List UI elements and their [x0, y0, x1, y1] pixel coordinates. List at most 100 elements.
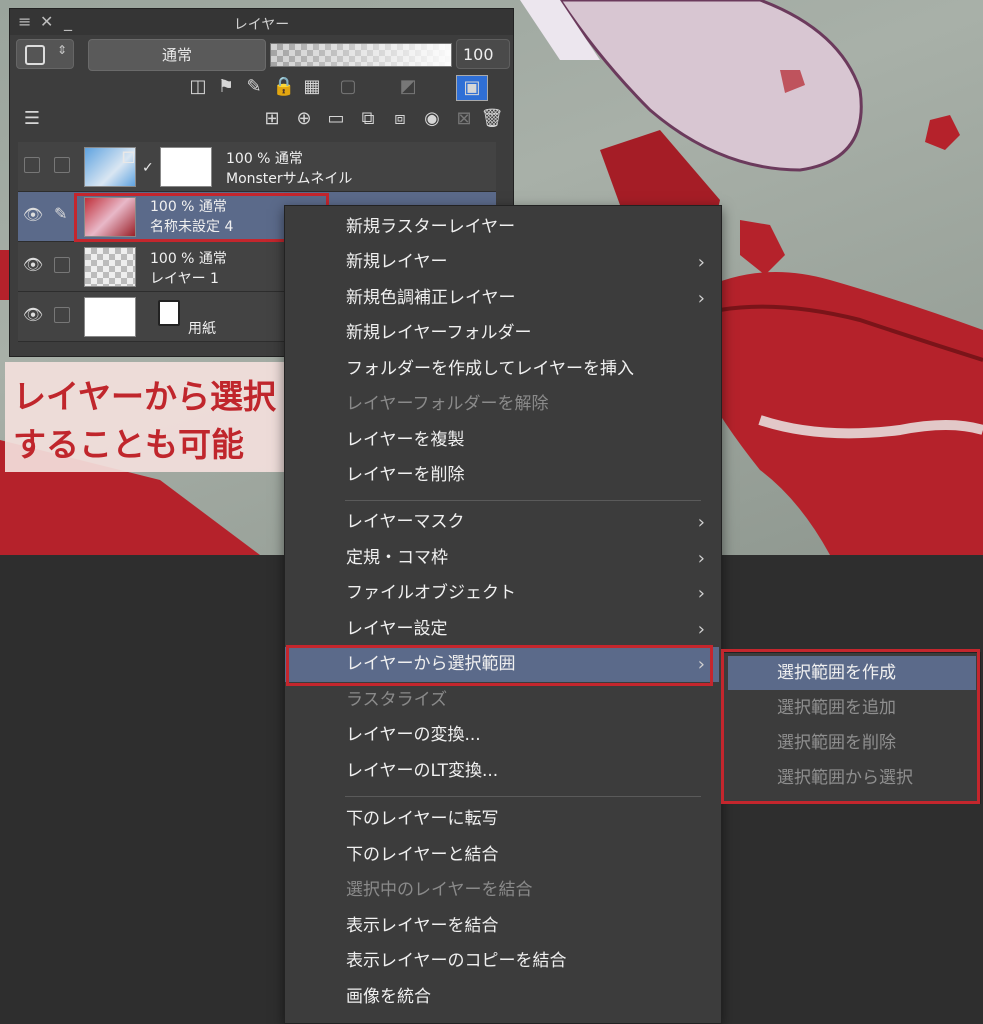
visibility-toggle[interactable]	[24, 157, 40, 173]
menu-item-label: 表示レイヤーのコピーを結合	[346, 951, 567, 971]
layer-thumbnail	[84, 297, 136, 337]
panel-title: レイヤー	[233, 17, 290, 33]
square-icon	[25, 45, 45, 65]
menu-item-label: 下のレイヤーに転写	[346, 809, 499, 829]
menu-item-label: レイヤーのLT変換...	[346, 761, 499, 781]
menu-item-label: 画像を統合	[346, 987, 431, 1007]
annotation-callout: レイヤーから選択 することも可能	[5, 362, 327, 472]
menu-item-ruler-frame[interactable]: 定規・コマ枠 ›	[285, 541, 719, 576]
opacity-input[interactable]: 100	[456, 39, 510, 69]
menu-item-delete-layer[interactable]: レイヤーを削除	[285, 458, 719, 493]
opacity-slider[interactable]	[270, 43, 452, 67]
menu-item-label: 定規・コマ枠	[346, 548, 448, 568]
pen-icon: ✎	[54, 204, 68, 223]
draft-layer-icon[interactable]: ✎	[242, 75, 266, 99]
clip-icon[interactable]: ◫	[186, 75, 210, 99]
chevron-right-icon: ›	[697, 583, 705, 604]
layer-mask-icon[interactable]: ◉	[420, 107, 444, 131]
menu-item-merge-visible-copy[interactable]: 表示レイヤーのコピーを結合	[285, 944, 719, 979]
layer-properties-toolbar: ◫ ⚑ ✎ 🔒 ▦ ▢ ◩ ▣	[16, 75, 507, 105]
edit-toggle[interactable]	[54, 307, 70, 323]
menu-item-rasterize: ラスタライズ	[285, 683, 719, 718]
expression-color-select[interactable]: ⇕	[16, 39, 74, 69]
highlight-box-menu-item	[286, 645, 713, 686]
mask-thumbnail	[160, 147, 212, 187]
chevron-right-icon: ›	[697, 288, 705, 309]
file-object-icon: ⧠	[122, 148, 135, 167]
trash-icon[interactable]: 🗑	[480, 107, 504, 131]
new-raster-layer-icon[interactable]: ⊞	[260, 107, 284, 131]
menu-item-label: レイヤーを削除	[346, 465, 465, 485]
menu-item-label: レイヤーフォルダーを解除	[346, 394, 549, 414]
menu-item-label: レイヤーを複製	[346, 430, 465, 450]
menu-item-layer-settings[interactable]: レイヤー設定 ›	[285, 612, 719, 647]
menu-item-label: ラスタライズ	[346, 690, 448, 710]
chevron-right-icon: ›	[697, 512, 705, 533]
layer-name: 用紙	[188, 321, 216, 337]
layer-actions-toolbar: ☰ ⊞ ⊕ ▭ ⧉ ⧈ ◉ ⊠ 🗑	[16, 107, 507, 137]
menu-item-new-layer-folder[interactable]: 新規レイヤーフォルダー	[285, 316, 719, 351]
new-folder-icon[interactable]: ▭	[324, 107, 348, 131]
layer-color-icon[interactable]: ▣	[456, 75, 488, 101]
layer-mode: 100 % 通常	[226, 151, 303, 167]
paper-icon	[158, 300, 180, 326]
menu-item-flatten-image[interactable]: 画像を統合	[285, 980, 719, 1015]
menu-item-lt-conversion[interactable]: レイヤーのLT変換...	[285, 754, 719, 789]
eye-icon[interactable]: 👁	[22, 204, 44, 226]
chevron-right-icon: ›	[697, 252, 705, 273]
mask-disabled-icon: ▢	[339, 76, 357, 97]
ruler-disabled-icon: ◩	[399, 76, 417, 97]
layer-context-menu: 新規ラスターレイヤー 新規レイヤー › 新規色調補正レイヤー › 新規レイヤーフォル…	[284, 205, 722, 1024]
menu-item-convert-layer[interactable]: レイヤーの変換...	[285, 718, 719, 753]
menu-item-duplicate-layer[interactable]: レイヤーを複製	[285, 423, 719, 458]
highlight-box-submenu	[721, 649, 980, 804]
menu-item-new-layer[interactable]: 新規レイヤー ›	[285, 245, 719, 280]
check-icon: ✓	[142, 160, 154, 176]
menu-item-label: 新規レイヤーフォルダー	[346, 323, 532, 343]
eye-icon[interactable]: 👁	[22, 304, 44, 326]
reference-layer-icon[interactable]: ⚑	[214, 75, 238, 99]
menu-item-merge-visible[interactable]: 表示レイヤーを結合	[285, 909, 719, 944]
layer-list-icon[interactable]: ☰	[20, 107, 44, 131]
menu-separator	[345, 500, 701, 501]
merge-down-icon[interactable]: ⧈	[388, 107, 412, 131]
menu-item-file-object[interactable]: ファイルオブジェクト ›	[285, 576, 719, 611]
annotation-line-2: することも可能	[13, 425, 244, 464]
menu-item-merge-selected: 選択中のレイヤーを結合	[285, 873, 719, 908]
menu-item-release-folder: レイヤーフォルダーを解除	[285, 387, 719, 422]
menu-item-merge-down[interactable]: 下のレイヤーと結合	[285, 838, 719, 873]
menu-item-label: レイヤーの変換...	[346, 725, 481, 745]
chevron-right-icon: ›	[697, 619, 705, 640]
menu-item-transfer-down[interactable]: 下のレイヤーに転写	[285, 802, 719, 837]
layer-thumbnail	[84, 247, 136, 287]
lock-transparency-icon[interactable]: ▦	[300, 75, 324, 99]
updown-icon: ⇕	[56, 43, 67, 57]
menu-item-label: レイヤー設定	[346, 619, 448, 639]
menu-item-label: ファイルオブジェクト	[346, 583, 516, 603]
eye-icon[interactable]: 👁	[22, 254, 44, 276]
layer-row[interactable]: ⧠ ✓ 100 % 通常 Monsterサムネイル	[18, 142, 496, 192]
menu-item-label: 選択中のレイヤーを結合	[346, 880, 533, 900]
menu-item-label: フォルダーを作成してレイヤーを挿入	[346, 359, 634, 379]
menu-item-new-raster-layer[interactable]: 新規ラスターレイヤー	[285, 210, 719, 245]
edit-toggle[interactable]	[54, 157, 70, 173]
layer-name: Monsterサムネイル	[226, 171, 353, 187]
menu-item-layer-mask[interactable]: レイヤーマスク ›	[285, 505, 719, 540]
menu-item-new-correction-layer[interactable]: 新規色調補正レイヤー ›	[285, 281, 719, 316]
layer-name: レイヤー 1	[150, 271, 219, 287]
new-vector-layer-icon[interactable]: ⊕	[292, 107, 316, 131]
blend-mode-select[interactable]: 通常	[88, 39, 266, 71]
lock-icon[interactable]: 🔒	[272, 75, 296, 99]
menu-item-label: 新規レイヤー	[346, 252, 448, 272]
menu-item-label: 表示レイヤーを結合	[346, 916, 499, 936]
annotation-line-1: レイヤーから選択	[13, 377, 277, 416]
menu-item-label: 新規色調補正レイヤー	[346, 288, 516, 308]
menu-separator	[345, 796, 701, 797]
chevron-right-icon: ›	[697, 548, 705, 569]
menu-item-create-folder-insert[interactable]: フォルダーを作成してレイヤーを挿入	[285, 352, 719, 387]
edit-toggle[interactable]	[54, 257, 70, 273]
transfer-down-icon[interactable]: ⧉	[356, 107, 380, 131]
menu-item-label: 下のレイヤーと結合	[346, 845, 499, 865]
blend-row: ⇕ 通常 100	[16, 39, 510, 71]
apply-mask-icon: ⊠	[456, 108, 472, 129]
